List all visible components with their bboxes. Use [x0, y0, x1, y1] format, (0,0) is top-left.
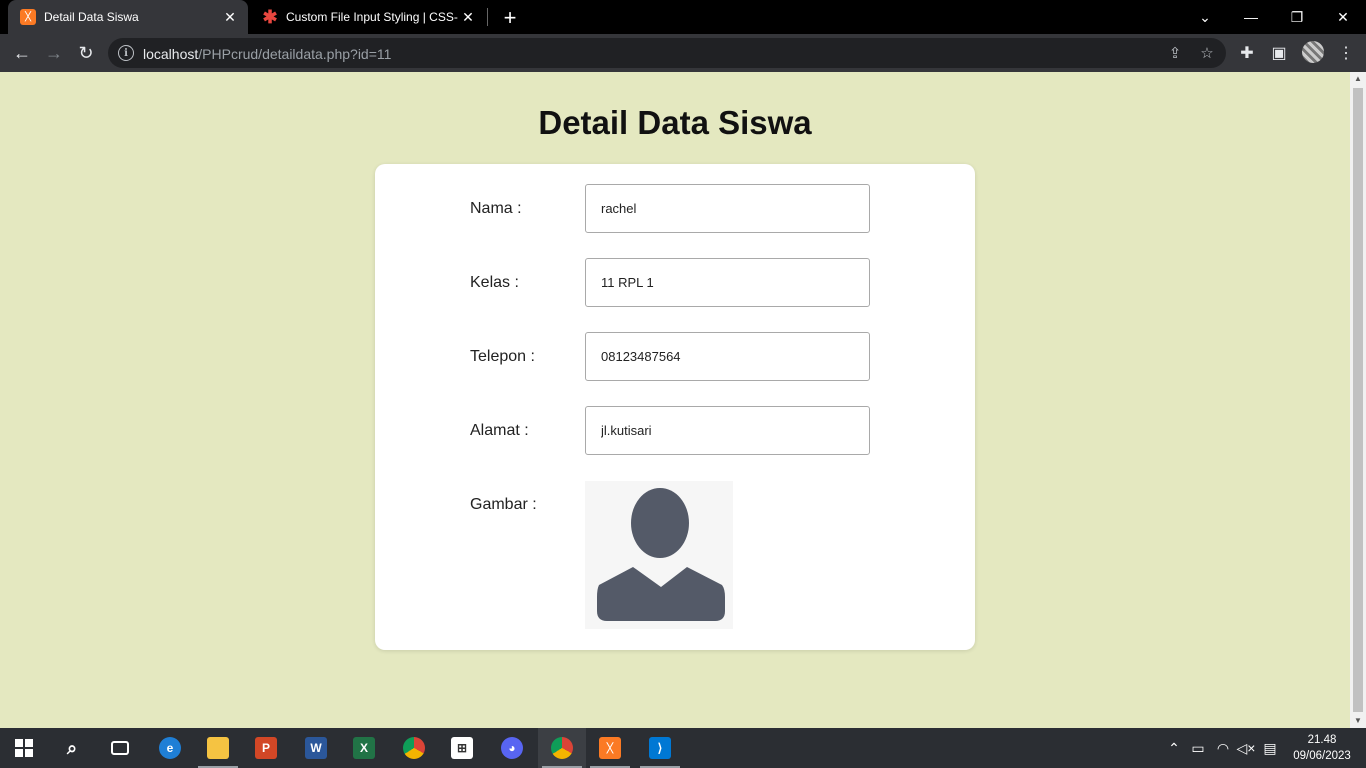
- wifi-icon[interactable]: ◠: [1213, 738, 1233, 758]
- kelas-label: Kelas :: [470, 274, 519, 291]
- task-view-icon: [111, 741, 129, 755]
- css-tricks-icon: ✱: [262, 6, 278, 27]
- taskbar-chrome[interactable]: [390, 728, 438, 768]
- taskbar-chrome-active[interactable]: [538, 728, 586, 768]
- telepon-input[interactable]: [585, 332, 870, 381]
- tab-title: Detail Data Siswa: [44, 10, 139, 24]
- taskbar-powerpoint[interactable]: P: [242, 728, 290, 768]
- show-hidden-icons-icon[interactable]: ⌃: [1164, 738, 1184, 758]
- windows-taskbar: ⌕ e P W X ⊞ ◕ ᚷ ⟩ ⌃ ▭ ◠ ◁× ▤ 21.48 09/06…: [0, 728, 1366, 768]
- taskbar-discord[interactable]: ◕: [488, 728, 536, 768]
- chrome-icon: [403, 737, 425, 759]
- site-info-icon[interactable]: i: [118, 45, 134, 61]
- file-explorer-icon: [207, 737, 229, 759]
- system-clock[interactable]: 21.48 09/06/2023: [1284, 732, 1360, 764]
- detail-card: Nama : Kelas : Telepon : Alamat : Gambar…: [375, 164, 975, 650]
- close-tab-icon[interactable]: ✕: [458, 9, 478, 26]
- tab-css-tricks[interactable]: ✱ Custom File Input Styling | CSS-Tr ✕: [250, 0, 486, 34]
- scrollbar-thumb[interactable]: [1353, 88, 1363, 712]
- tab-search-icon[interactable]: ⌄: [1182, 0, 1228, 34]
- edge-icon: e: [159, 737, 181, 759]
- start-button[interactable]: [0, 728, 48, 768]
- xampp-icon: ᚷ: [20, 9, 36, 25]
- url-path: /PHPcrud/detaildata.php?id=11: [198, 46, 392, 62]
- taskbar-file-explorer[interactable]: [194, 728, 242, 768]
- url-host: localhost: [143, 46, 199, 62]
- taskbar-store[interactable]: ⊞: [438, 728, 486, 768]
- store-icon: ⊞: [451, 737, 473, 759]
- windows-logo-icon: [15, 739, 33, 757]
- task-view-button[interactable]: [96, 728, 144, 768]
- taskbar-xampp[interactable]: ᚷ: [586, 728, 634, 768]
- url-text[interactable]: localhost/PHPcrud/detaildata.php?id=11: [143, 46, 391, 62]
- side-panel-icon[interactable]: ▣: [1269, 43, 1289, 63]
- battery-icon[interactable]: ▭: [1188, 738, 1208, 758]
- page-title: Detail Data Siswa: [538, 104, 812, 141]
- nama-input[interactable]: [585, 184, 870, 233]
- extensions-icon[interactable]: ✚: [1237, 43, 1257, 63]
- clock-date: 09/06/2023: [1293, 750, 1351, 762]
- search-icon: ⌕: [66, 737, 78, 758]
- new-tab-button[interactable]: +: [498, 5, 522, 31]
- address-bar[interactable]: i localhost/PHPcrud/detaildata.php?id=11…: [108, 38, 1226, 68]
- close-tab-icon[interactable]: ✕: [220, 9, 240, 26]
- vertical-scrollbar[interactable]: ▲ ▼: [1350, 72, 1366, 728]
- browser-toolbar: ← → ↻ i localhost/PHPcrud/detaildata.php…: [0, 34, 1366, 72]
- minimize-button[interactable]: —: [1228, 0, 1274, 34]
- scroll-up-arrow[interactable]: ▲: [1350, 72, 1366, 86]
- forward-button[interactable]: →: [42, 41, 66, 65]
- alamat-input[interactable]: [585, 406, 870, 455]
- menu-icon[interactable]: ⋮: [1336, 43, 1356, 63]
- taskbar-vscode[interactable]: ⟩: [636, 728, 684, 768]
- xampp-icon: ᚷ: [599, 737, 621, 759]
- search-button[interactable]: ⌕: [48, 728, 96, 768]
- taskbar-excel[interactable]: X: [340, 728, 388, 768]
- tab-title: Custom File Input Styling | CSS-Tr: [286, 10, 458, 24]
- vscode-icon: ⟩: [649, 737, 671, 759]
- telepon-label: Telepon :: [470, 348, 535, 365]
- taskbar-word[interactable]: W: [292, 728, 340, 768]
- notifications-icon[interactable]: ▤: [1260, 738, 1280, 758]
- user-avatar-icon: [597, 488, 725, 621]
- scroll-down-arrow[interactable]: ▼: [1350, 714, 1366, 728]
- back-button[interactable]: ←: [10, 41, 34, 65]
- nama-label: Nama :: [470, 200, 522, 217]
- alamat-label: Alamat :: [470, 422, 529, 439]
- word-icon: W: [305, 737, 327, 759]
- bookmark-star-icon[interactable]: ☆: [1198, 44, 1216, 62]
- chrome-active-icon: [551, 737, 573, 759]
- gambar-label: Gambar :: [470, 496, 537, 513]
- powerpoint-icon: P: [255, 737, 277, 759]
- page-viewport: Detail Data Siswa Nama : Kelas : Telepon…: [0, 72, 1350, 728]
- kelas-input[interactable]: [585, 258, 870, 307]
- tab-strip: ᚷ Detail Data Siswa ✕ ✱ Custom File Inpu…: [0, 0, 1366, 34]
- reload-button[interactable]: ↻: [74, 41, 98, 65]
- restore-button[interactable]: ❐: [1274, 0, 1320, 34]
- tab-detail-data-siswa[interactable]: ᚷ Detail Data Siswa ✕: [8, 0, 248, 34]
- discord-icon: ◕: [501, 737, 523, 759]
- share-icon[interactable]: ⇪: [1166, 44, 1184, 62]
- clock-time: 21.48: [1307, 734, 1337, 746]
- excel-icon: X: [353, 737, 375, 759]
- taskbar-edge[interactable]: e: [146, 728, 194, 768]
- close-window-button[interactable]: ✕: [1320, 0, 1366, 34]
- profile-avatar[interactable]: [1302, 41, 1324, 63]
- volume-muted-icon[interactable]: ◁×: [1236, 738, 1256, 758]
- tab-separator: [487, 8, 488, 26]
- user-avatar-image: [585, 481, 733, 629]
